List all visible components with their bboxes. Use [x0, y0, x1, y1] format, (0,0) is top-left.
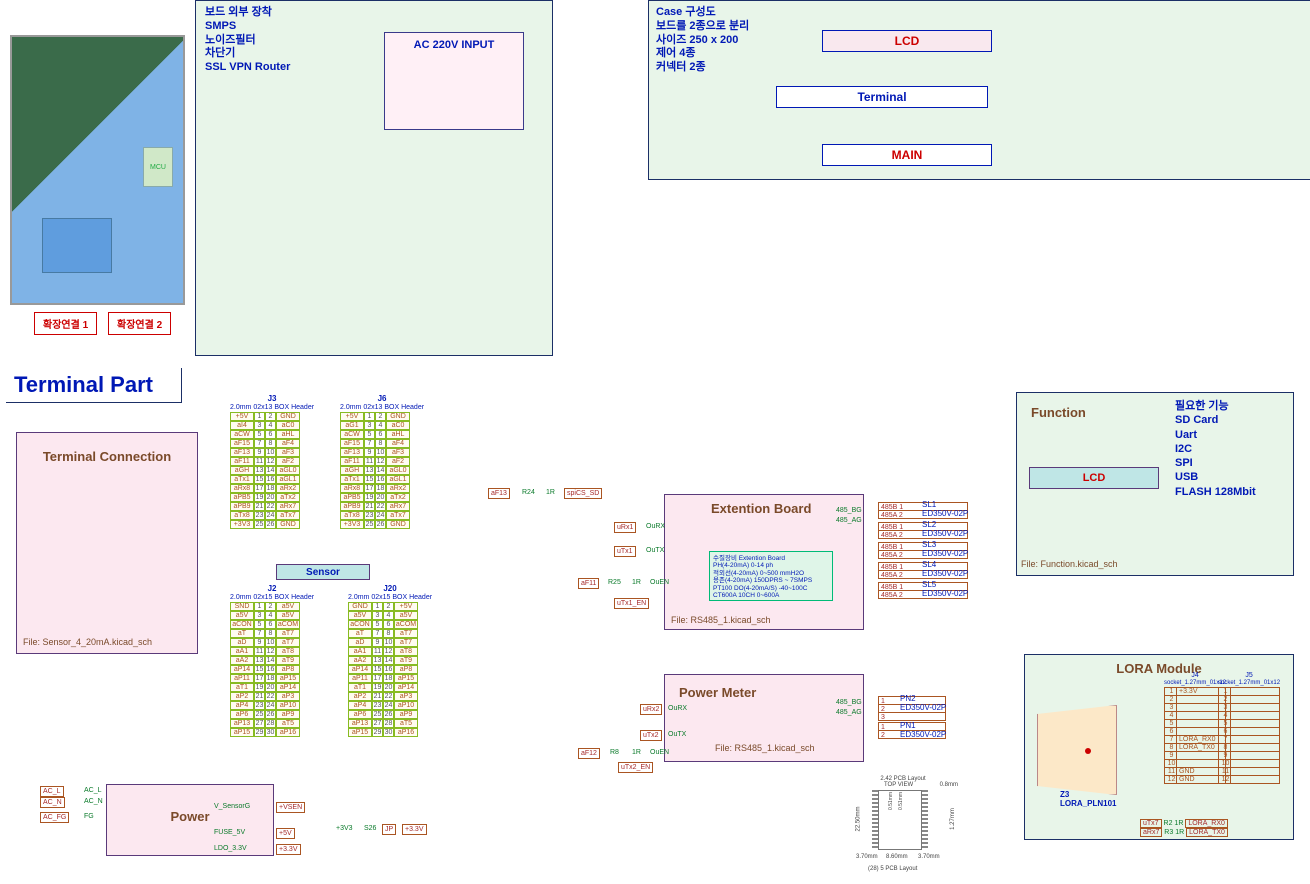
ext-ourx: OuRX: [644, 522, 667, 531]
pm-urx2: uRx2: [640, 704, 662, 715]
ext-spics: spiCS_SD: [564, 488, 602, 499]
ext-sig-af13: aF13: [488, 488, 510, 499]
pm-pn-list: 123PN2ED350V-02P12PN1ED350V-02P: [878, 696, 946, 749]
header-j6: J62.0mm 02x13 BOX Header+5V12GNDaG134aC0…: [340, 394, 424, 529]
pm-utx2: uTx2: [640, 730, 662, 741]
pw-free-s26: S26: [362, 824, 378, 833]
pw-t-5v: +5V: [276, 828, 295, 839]
lora-bottom-wires: uTx7 R2 1R LORA_RX0aRx7 R3 1R LORA_TX0: [1140, 820, 1228, 838]
pw-in-acn: AC_N: [40, 797, 65, 808]
ext-outx: OuTX: [644, 546, 666, 555]
function-lcd-block[interactable]: LCD: [1029, 467, 1159, 489]
power-meter-file: File: RS485_1.kicad_sch: [715, 743, 815, 753]
pw-out-fuse: FUSE_5V: [212, 828, 247, 837]
extension-connect-2-button[interactable]: 확장연결 2: [108, 312, 171, 335]
pw-out-vsen: V_SensorG: [212, 802, 252, 811]
pw-free-jp: JP: [382, 824, 396, 835]
terminal-connection-block[interactable]: Terminal Connection File: Sensor_4_20mA.…: [16, 432, 198, 654]
pw-sig-acn: AC_N: [82, 797, 105, 806]
lora-chip-shape: [1037, 705, 1117, 795]
pm-r8: R8: [608, 748, 621, 757]
ac-input-box: AC 220V INPUT: [384, 32, 524, 130]
ext-r25: R25: [606, 578, 623, 587]
ext-485a: 485_AG: [834, 516, 864, 525]
pw-in-acl: AC_L: [40, 786, 64, 797]
pm-1r: 1R: [630, 748, 643, 757]
sensor-label: Sensor: [276, 564, 370, 580]
ext-slot-list: 485B 1485A 2SL1ED350V-02P485B 1485A 2SL2…: [878, 502, 968, 602]
ext-1r-1: 1R: [630, 578, 643, 587]
ext-sig-af11: aF11: [578, 578, 599, 589]
pm-outx: OuTX: [666, 730, 688, 739]
pm-ourx: OuRX: [666, 704, 689, 713]
ext-485b: 485_BG: [834, 506, 864, 515]
pw-free-33v: +3.3V: [402, 824, 427, 835]
ext-sig-urx1: uRx1: [614, 522, 636, 533]
header-j3: J32.0mm 02x13 BOX Header+5V12GNDaI434aC0…: [230, 394, 314, 529]
pm-485b: 485_BG: [834, 698, 864, 707]
ext-1r-0: 1R: [544, 488, 557, 497]
terminal-connection-file: File: Sensor_4_20mA.kicad_sch: [23, 637, 152, 647]
power-block[interactable]: Power: [106, 784, 274, 856]
mcu-chip: MCU: [143, 147, 173, 187]
case-main-block: MAIN: [822, 144, 992, 166]
ext-sig-utx1: uTx1: [614, 546, 636, 557]
terminal-connection-title: Terminal Connection: [17, 449, 197, 464]
function-file: File: Function.kicad_sch: [1021, 559, 1118, 569]
board-mount-notes: 보드 외부 장착 SMPS 노이즈필터 차단기 SSL VPN Router: [205, 6, 385, 75]
pm-485a: 485_AG: [834, 708, 864, 717]
header-j20: J202.0mm 02x15 BOX HeaderGND12+5Va5V34a5…: [348, 584, 432, 737]
pm-ouen: OuEN: [648, 748, 671, 757]
terminal-part-title: Terminal Part: [6, 368, 182, 403]
pw-free-3v3: +3V3: [334, 824, 355, 833]
pcb-sub-block: [42, 218, 112, 273]
extention-board-file: File: RS485_1.kicad_sch: [671, 615, 771, 625]
pw-out-ldo: LDO_3.3V: [212, 844, 249, 853]
ext-r24: R24: [520, 488, 537, 497]
pm-af12: aF12: [578, 748, 600, 759]
pw-t-vsen: +VSEN: [276, 802, 305, 813]
pcb-topview: 2.42 PCB Layout TOP VIEW 0.8mm 22.50mm 0…: [848, 776, 958, 884]
ext-ouen: OuEN: [648, 578, 671, 587]
case-lcd-block: LCD: [822, 30, 992, 52]
function-notes: 필요한 기능 SD Card Uart I2C SPI USB FLASH 12…: [1175, 399, 1256, 499]
pw-t-33v: +3.3V: [276, 844, 301, 855]
extension-connect-1-button[interactable]: 확장연결 1: [34, 312, 97, 335]
pcb-photo: MCU: [10, 35, 185, 305]
function-panel: Function LCD 필요한 기능 SD Card Uart I2C SPI…: [1016, 392, 1294, 576]
header-j2: J22.0mm 02x15 BOX HeaderSND12a5Va5V34a5V…: [230, 584, 314, 737]
extention-board-desc: 수질장비 Extention Board PH(4-20mA) 0-14 ph …: [709, 551, 833, 601]
pw-sig-acl: AC_L: [82, 786, 104, 795]
lora-header-j4: J4socket_1.27mm_01x121+3.3V234567LORA_RX…: [1164, 672, 1226, 783]
pm-utx2en: uTx2_EN: [618, 762, 653, 773]
lora-ref: Z3LORA_PLN101: [1060, 790, 1116, 808]
power-meter-block[interactable]: Power Meter File: RS485_1.kicad_sch: [664, 674, 864, 762]
pw-sig-fg: FG: [82, 812, 96, 821]
case-terminal-block: Terminal: [776, 86, 988, 108]
power-title: Power: [107, 809, 273, 824]
lora-header-j5: J5socket_1.27mm_01x12123456789101112: [1218, 672, 1280, 783]
ext-sig-utx1en: uTx1_EN: [614, 598, 649, 609]
pw-in-fg: AC_FG: [40, 812, 69, 823]
